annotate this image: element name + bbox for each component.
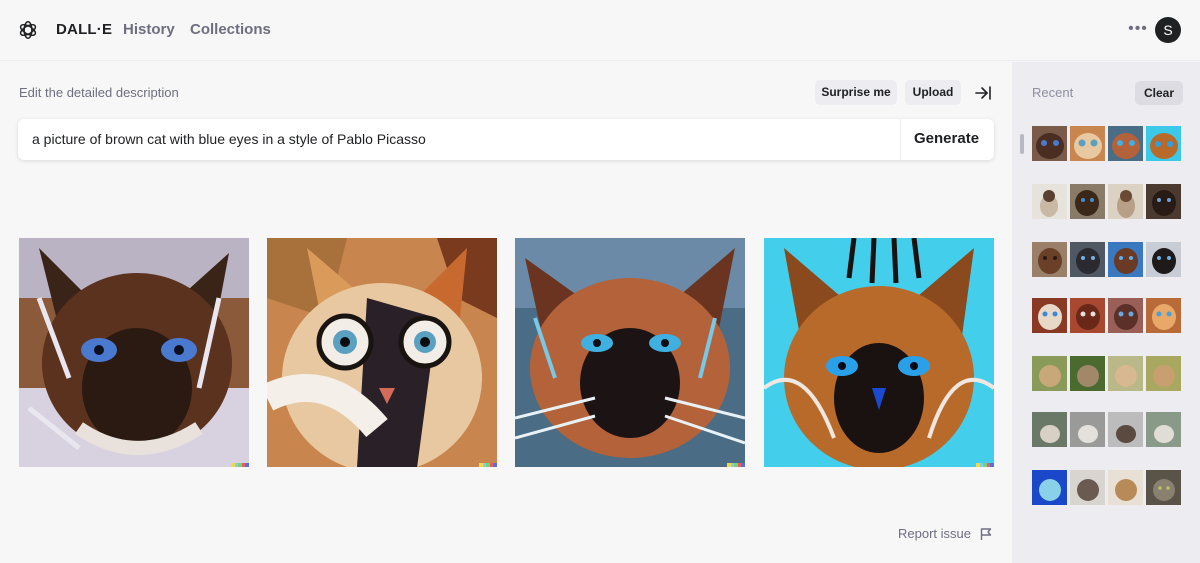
- avatar[interactable]: S: [1155, 17, 1181, 43]
- nav-collections[interactable]: Collections: [190, 21, 271, 38]
- surprise-me-button[interactable]: Surprise me: [815, 80, 897, 105]
- recent-thumbnail[interactable]: [1146, 242, 1181, 277]
- recent-thumbnail[interactable]: [1070, 356, 1105, 391]
- result-image-2[interactable]: [267, 238, 497, 467]
- recent-thumbnail[interactable]: [1070, 470, 1105, 505]
- dalle-signature: [479, 463, 497, 467]
- recent-thumbnail[interactable]: [1108, 356, 1143, 391]
- recent-sidebar: Recent Clear: [1012, 62, 1200, 563]
- top-bar: DALL·E History Collections ••• S: [0, 0, 1200, 61]
- recent-thumbnail[interactable]: [1146, 184, 1181, 219]
- recent-thumbnail[interactable]: [1032, 184, 1067, 219]
- recent-thumbnail[interactable]: [1146, 126, 1181, 161]
- result-image-4[interactable]: [764, 238, 994, 467]
- result-image-1[interactable]: [19, 238, 249, 467]
- recent-thumbnail[interactable]: [1032, 412, 1067, 447]
- upload-button[interactable]: Upload: [905, 80, 961, 105]
- recent-thumbnail[interactable]: [1108, 126, 1143, 161]
- recent-thumbnail[interactable]: [1146, 470, 1181, 505]
- recent-thumbnail[interactable]: [1032, 298, 1067, 333]
- more-options-icon[interactable]: •••: [1128, 20, 1148, 40]
- recent-thumbnail[interactable]: [1070, 126, 1105, 161]
- nav-history[interactable]: History: [123, 21, 175, 38]
- recent-thumbnail[interactable]: [1108, 470, 1143, 505]
- recent-thumbnail[interactable]: [1070, 412, 1105, 447]
- recent-thumbnail[interactable]: [1146, 412, 1181, 447]
- dalle-signature: [727, 463, 745, 467]
- recent-thumbnail[interactable]: [1108, 298, 1143, 333]
- nav-dalle[interactable]: DALL·E: [56, 21, 112, 38]
- generate-button[interactable]: Generate: [914, 130, 979, 147]
- dalle-signature: [976, 463, 994, 467]
- recent-thumbnail[interactable]: [1032, 356, 1067, 391]
- report-issue-link[interactable]: Report issue: [898, 526, 971, 541]
- recent-thumbnail[interactable]: [1070, 242, 1105, 277]
- recent-thumbnail[interactable]: [1146, 298, 1181, 333]
- recent-thumbnail[interactable]: [1070, 298, 1105, 333]
- recent-label: Recent: [1032, 85, 1074, 100]
- recent-thumbnail[interactable]: [1146, 356, 1181, 391]
- prompt-box: Generate: [18, 119, 994, 160]
- prompt-label: Edit the detailed description: [19, 85, 179, 100]
- recent-thumbnail[interactable]: [1032, 242, 1067, 277]
- result-image-3[interactable]: [515, 238, 745, 467]
- prompt-divider: [900, 119, 901, 160]
- dalle-signature: [231, 463, 249, 467]
- openai-logo-icon[interactable]: [17, 19, 39, 41]
- recent-thumbnail[interactable]: [1108, 412, 1143, 447]
- scrollbar-handle[interactable]: [1020, 134, 1024, 154]
- recent-thumbnail[interactable]: [1032, 470, 1067, 505]
- recent-thumbnail[interactable]: [1032, 126, 1067, 161]
- flag-icon[interactable]: [979, 527, 993, 541]
- clear-button[interactable]: Clear: [1135, 81, 1183, 105]
- recent-thumbnail[interactable]: [1070, 184, 1105, 219]
- recent-thumbnail[interactable]: [1108, 242, 1143, 277]
- prompt-input[interactable]: [32, 131, 892, 147]
- recent-thumbnail[interactable]: [1108, 184, 1143, 219]
- collapse-sidebar-icon[interactable]: [973, 83, 993, 103]
